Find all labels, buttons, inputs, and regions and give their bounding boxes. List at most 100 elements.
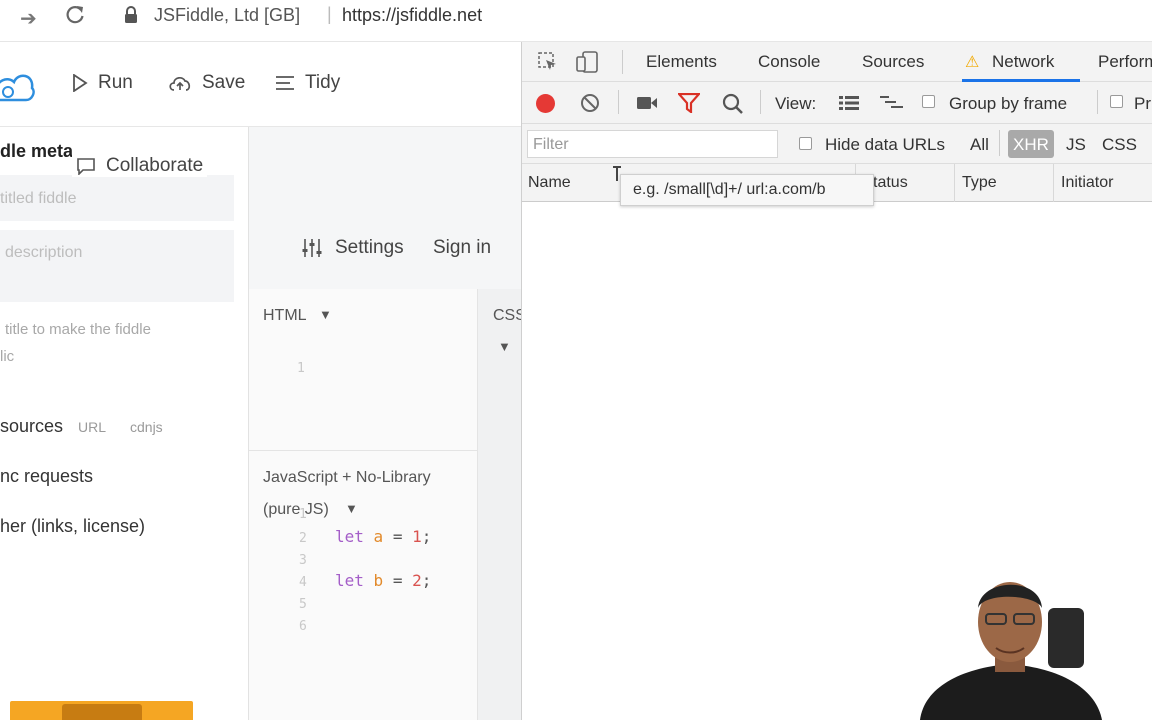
js-panel[interactable]: JavaScript + No-Library (pure JS) ▼ 1 2 … [249, 451, 477, 720]
filter-input[interactable]: Filter [527, 130, 778, 158]
jsfiddle-logo-icon[interactable] [0, 62, 36, 106]
run-button[interactable]: Run [72, 72, 133, 94]
type-filter-css[interactable]: CSS [1102, 135, 1137, 155]
settings-button[interactable]: Settings [301, 237, 404, 259]
code-number: 2 [412, 571, 422, 590]
column-type[interactable]: Type [962, 174, 997, 192]
group-by-frame-label: Group by frame [949, 94, 1068, 113]
code-variable: b [373, 571, 384, 590]
js-code-line[interactable]: let a = 1; [335, 527, 431, 546]
async-requests-item[interactable]: nc requests [0, 466, 93, 487]
inspect-element-icon[interactable] [538, 52, 558, 72]
webcam-presenter-image [920, 582, 1102, 720]
view-label: View: [775, 94, 817, 113]
tab-sources[interactable]: Sources [862, 52, 924, 72]
js-line-number: 3 [299, 553, 307, 568]
devtools-tab-bar: Elements Console Sources ⚠ Network Perfo… [522, 42, 1152, 82]
js-panel-label: JavaScript + No-Library [263, 469, 431, 486]
resources-cdnjs-tab[interactable]: cdnjs [130, 419, 163, 435]
js-line-number: 6 [299, 619, 307, 634]
ad-banner-image[interactable] [10, 701, 193, 720]
preserve-log-checkbox[interactable] [1110, 95, 1123, 108]
js-line-number: 1 [299, 507, 307, 522]
html-panel-label: HTML [263, 307, 307, 324]
tab-network[interactable]: Network [992, 52, 1054, 72]
tidy-lines-icon [276, 76, 294, 90]
filter-funnel-icon[interactable] [678, 93, 700, 113]
fiddle-title-input[interactable]: titled fiddle [0, 175, 234, 221]
css-panel-label: CSS [493, 307, 522, 324]
jsfiddle-app: Run Save Tidy dle meta titled fiddle des… [0, 42, 522, 720]
code-operator: = [392, 527, 403, 546]
fiddle-sidebar: dle meta titled fiddle description title… [0, 127, 249, 720]
save-button[interactable]: Save [168, 72, 245, 94]
url-text[interactable]: https://jsfiddle.net [342, 5, 482, 26]
run-label: Run [98, 72, 133, 93]
css-dropdown-icon[interactable]: ▼ [498, 339, 511, 354]
js-code-line[interactable]: let b = 2; [335, 571, 431, 590]
tidy-button[interactable]: Tidy [275, 72, 340, 94]
js-dropdown-icon[interactable]: ▼ [345, 501, 358, 516]
signin-button[interactable]: Sign in [433, 237, 491, 259]
sliders-icon [302, 239, 322, 257]
js-line-number: 4 [299, 575, 307, 590]
js-panel-sublabel: (pure JS) [263, 501, 329, 518]
toolbar-divider [618, 90, 619, 114]
resources-url-tab[interactable]: URL [78, 419, 106, 435]
waterfall-icon[interactable] [879, 95, 905, 111]
code-keyword: let [335, 571, 364, 590]
code-semicolon: ; [421, 527, 432, 546]
collaborate-label: Collaborate [106, 155, 204, 176]
column-initiator[interactable]: Initiator [1061, 174, 1113, 192]
large-rows-icon[interactable] [838, 95, 860, 111]
tab-elements[interactable]: Elements [646, 52, 717, 72]
html-panel[interactable]: HTML ▼ 1 [249, 289, 477, 451]
play-icon [73, 74, 88, 92]
device-toolbar-icon[interactable] [576, 51, 600, 73]
other-links-item[interactable]: her (links, license) [0, 516, 145, 537]
column-name[interactable]: Name [528, 174, 571, 192]
jsfiddle-toolbar: Run Save Tidy [0, 42, 521, 127]
html-line-number: 1 [297, 361, 305, 376]
tab-performance[interactable]: Perform [1098, 52, 1152, 72]
type-filter-xhr[interactable]: XHR [1008, 130, 1054, 158]
screenshot-camera-icon[interactable] [636, 95, 658, 111]
record-icon[interactable] [536, 94, 555, 113]
save-label: Save [202, 72, 246, 93]
clipboard-graphic [62, 704, 142, 720]
public-hint-line1: title to make the fiddle [5, 321, 151, 338]
browser-address-bar: ➔ JSFiddle, Ltd [GB] | https://jsfiddle.… [0, 0, 1152, 42]
settings-label: Settings [335, 237, 404, 258]
clear-icon[interactable] [580, 93, 600, 113]
column-status[interactable]: tatus [873, 174, 908, 192]
collaborate-button[interactable]: Collaborate [72, 155, 208, 177]
resources-heading[interactable]: sources [0, 416, 63, 437]
reload-icon[interactable] [64, 4, 86, 26]
chat-bubble-icon [77, 158, 95, 175]
toolbar-divider [1097, 90, 1098, 114]
toolbar-divider [999, 130, 1000, 156]
group-by-frame-checkbox[interactable] [922, 95, 935, 108]
type-filter-all[interactable]: All [970, 135, 989, 155]
type-filter-js[interactable]: JS [1066, 135, 1086, 155]
filter-tooltip: e.g. /small[\d]+/ url:a.com/b [620, 174, 874, 206]
editor-area: Settings Sign in HTML ▼ 1 CSS ▼ JavaScri… [249, 127, 522, 720]
preserve-log-label: Pr [1134, 94, 1151, 113]
cloud-upload-icon [169, 77, 191, 91]
network-toolbar: View: Group by frame Pr [522, 82, 1152, 124]
tidy-label: Tidy [305, 72, 341, 93]
tab-console[interactable]: Console [758, 52, 820, 72]
site-identity: JSFiddle, Ltd [GB] [154, 5, 301, 25]
warning-icon: ⚠ [965, 54, 980, 71]
hide-data-urls-checkbox[interactable] [799, 137, 812, 150]
forward-icon[interactable]: ➔ [20, 6, 37, 31]
css-panel[interactable]: CSS ▼ [477, 289, 522, 720]
fiddle-meta-heading: dle meta [0, 141, 74, 161]
code-number: 1 [412, 527, 422, 546]
fiddle-description-input[interactable]: description [0, 230, 234, 302]
js-line-number: 5 [299, 597, 307, 612]
html-dropdown-icon[interactable]: ▼ [319, 307, 332, 322]
public-hint-line2: lic [0, 348, 15, 365]
url-separator: | [327, 4, 332, 24]
search-icon[interactable] [722, 93, 744, 115]
